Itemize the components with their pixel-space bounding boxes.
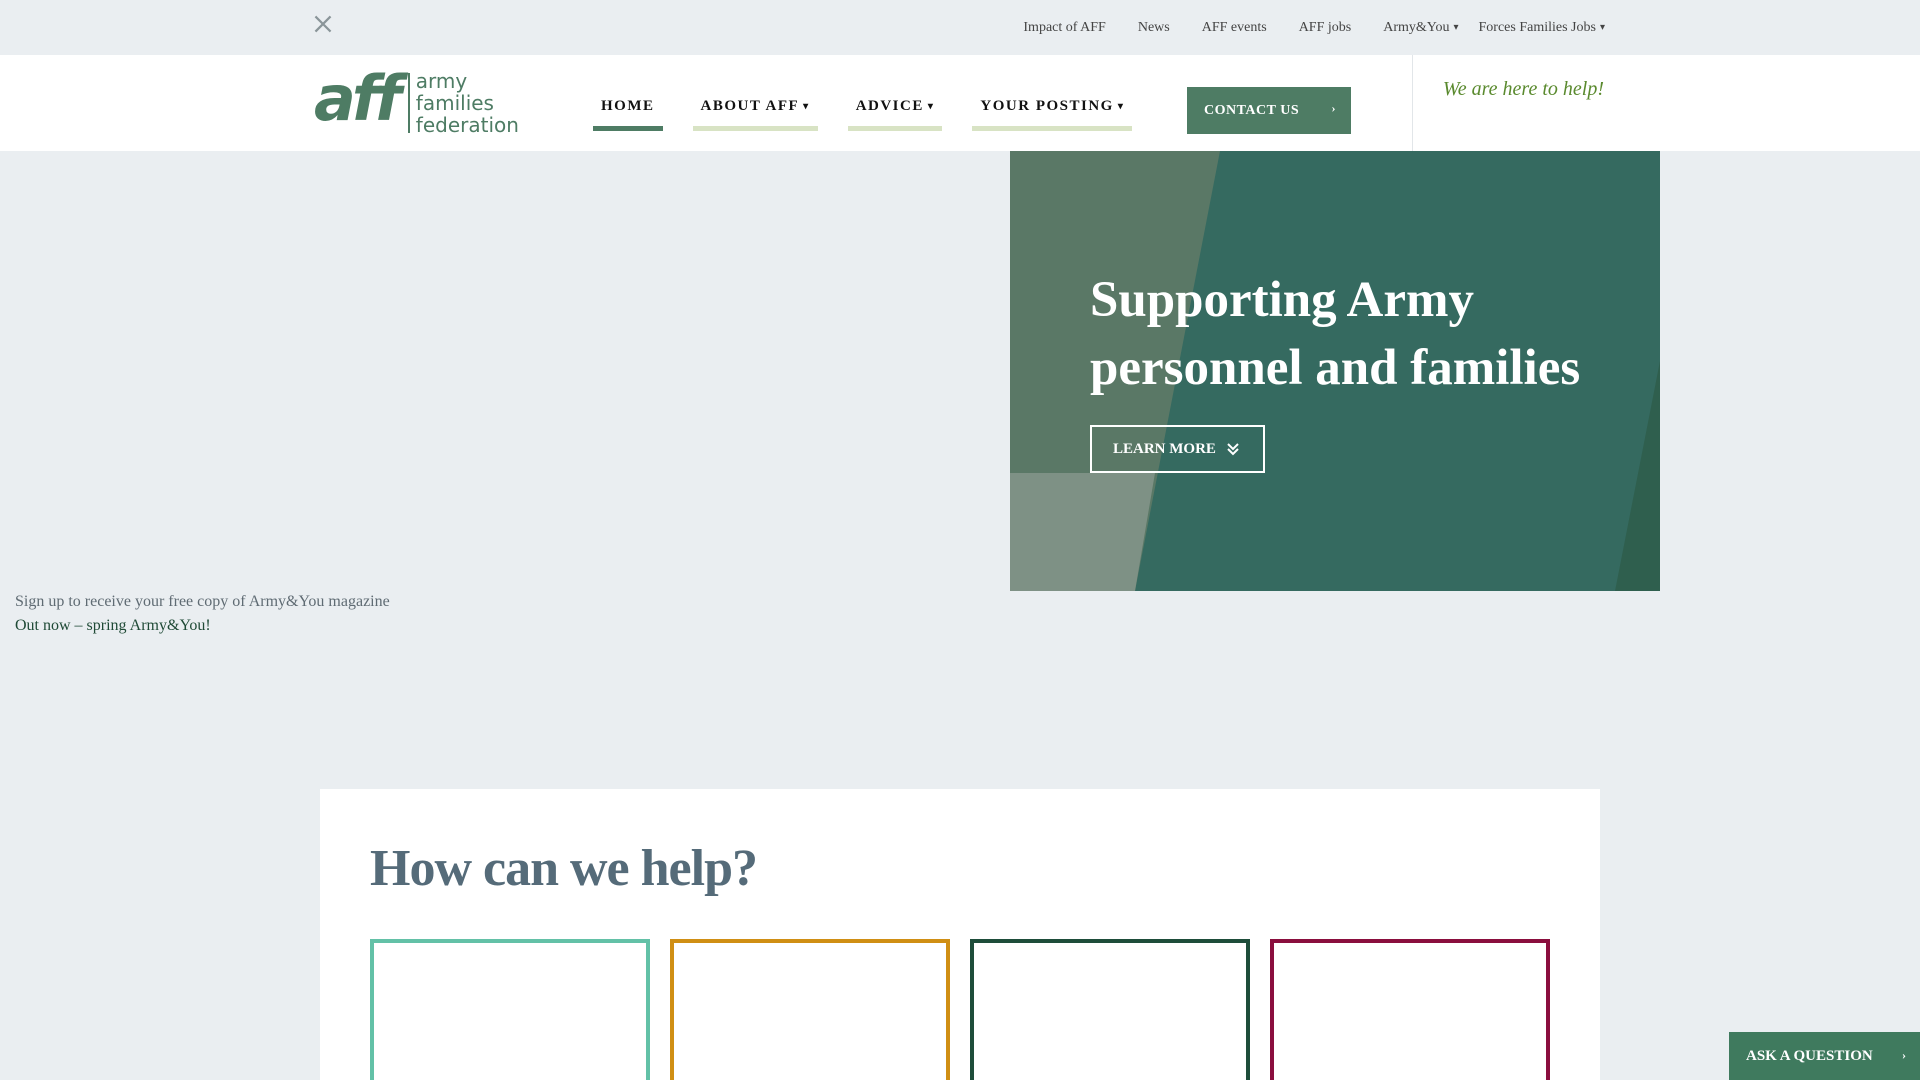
help-section: How can we help?: [320, 789, 1600, 1080]
help-card[interactable]: [670, 939, 950, 1080]
nav-item-label: ABOUT AFF: [700, 98, 800, 114]
chevron-down-icon: ▾: [1599, 22, 1605, 33]
utility-link-label: Forces Families Jobs: [1478, 19, 1596, 35]
nav-item-advice[interactable]: ADVICE ▾: [847, 87, 943, 131]
nav-item-label: YOUR POSTING: [980, 98, 1114, 114]
nav-item-home[interactable]: HOME: [593, 87, 663, 131]
magazine-signup-text: Sign up to receive your free copy of Arm…: [15, 593, 390, 610]
utility-link-impact[interactable]: Impact of AFF: [1023, 20, 1105, 36]
help-card[interactable]: [370, 939, 650, 1080]
aff-logo[interactable]: aff army families federation: [314, 62, 520, 137]
utility-link-forces-families-jobs[interactable]: Forces Families Jobs ▾: [1479, 20, 1605, 36]
double-chevron-down-icon: [1227, 443, 1239, 456]
header-divider: [1412, 55, 1413, 151]
utility-link-jobs[interactable]: AFF jobs: [1299, 20, 1352, 36]
chevron-down-icon: ▾: [1117, 101, 1125, 112]
logo-mark: aff: [314, 62, 402, 135]
utility-link-army-and-you[interactable]: Army&You ▾: [1383, 20, 1458, 36]
nav-item-about-aff[interactable]: ABOUT AFF ▾: [692, 87, 818, 131]
learn-more-button[interactable]: LEARN MORE: [1090, 425, 1265, 473]
help-section-title: How can we help?: [370, 840, 758, 897]
ask-a-question-label: ASK A QUESTION: [1746, 1047, 1873, 1064]
chevron-down-icon: ▾: [927, 101, 935, 112]
tagline: We are here to help!: [1442, 78, 1604, 100]
utility-link-events[interactable]: AFF events: [1202, 20, 1267, 36]
main-nav: HOME ABOUT AFF ▾ ADVICE ▾ YOUR POSTING ▾: [593, 55, 1162, 151]
ask-a-question-button[interactable]: ASK A QUESTION ›: [1729, 1032, 1920, 1080]
logo-line: army: [415, 69, 468, 93]
hero-title: Supporting Army personnel and families: [1090, 272, 1581, 396]
chevron-right-icon: ›: [1331, 101, 1336, 115]
chevron-right-icon: ›: [1902, 1048, 1906, 1062]
nav-item-label: HOME: [601, 98, 655, 114]
utility-link-news[interactable]: News: [1138, 20, 1170, 36]
nav-item-your-posting[interactable]: YOUR POSTING ▾: [972, 87, 1133, 131]
learn-more-label: LEARN MORE: [1113, 440, 1216, 457]
site-header: aff army families federation HOME ABOUT …: [0, 55, 1920, 151]
chevron-down-icon: ▾: [1453, 22, 1459, 33]
nav-item-label: ADVICE: [855, 98, 924, 114]
help-card[interactable]: [970, 939, 1250, 1080]
chevron-down-icon: ▾: [803, 101, 810, 112]
contact-us-label: CONTACT US: [1204, 102, 1300, 118]
utility-links: Impact of AFF News AFF events AFF jobs A…: [991, 0, 1605, 55]
magazine-out-now-link[interactable]: Out now – spring Army&You!: [15, 617, 211, 635]
contact-us-button[interactable]: CONTACT US ›: [1187, 87, 1351, 134]
x-twitter-icon[interactable]: [314, 15, 332, 33]
help-card[interactable]: [1270, 939, 1550, 1080]
logo-line: families: [415, 91, 494, 115]
hero-banner: Supporting Army personnel and families L…: [1010, 151, 1660, 591]
utility-link-label: Army&You: [1383, 19, 1450, 35]
logo-line: federation: [415, 113, 519, 137]
logo-wordmark: army families federation: [416, 70, 519, 136]
logo-divider: [407, 73, 410, 133]
utility-bar: Impact of AFF News AFF events AFF jobs A…: [0, 0, 1920, 55]
